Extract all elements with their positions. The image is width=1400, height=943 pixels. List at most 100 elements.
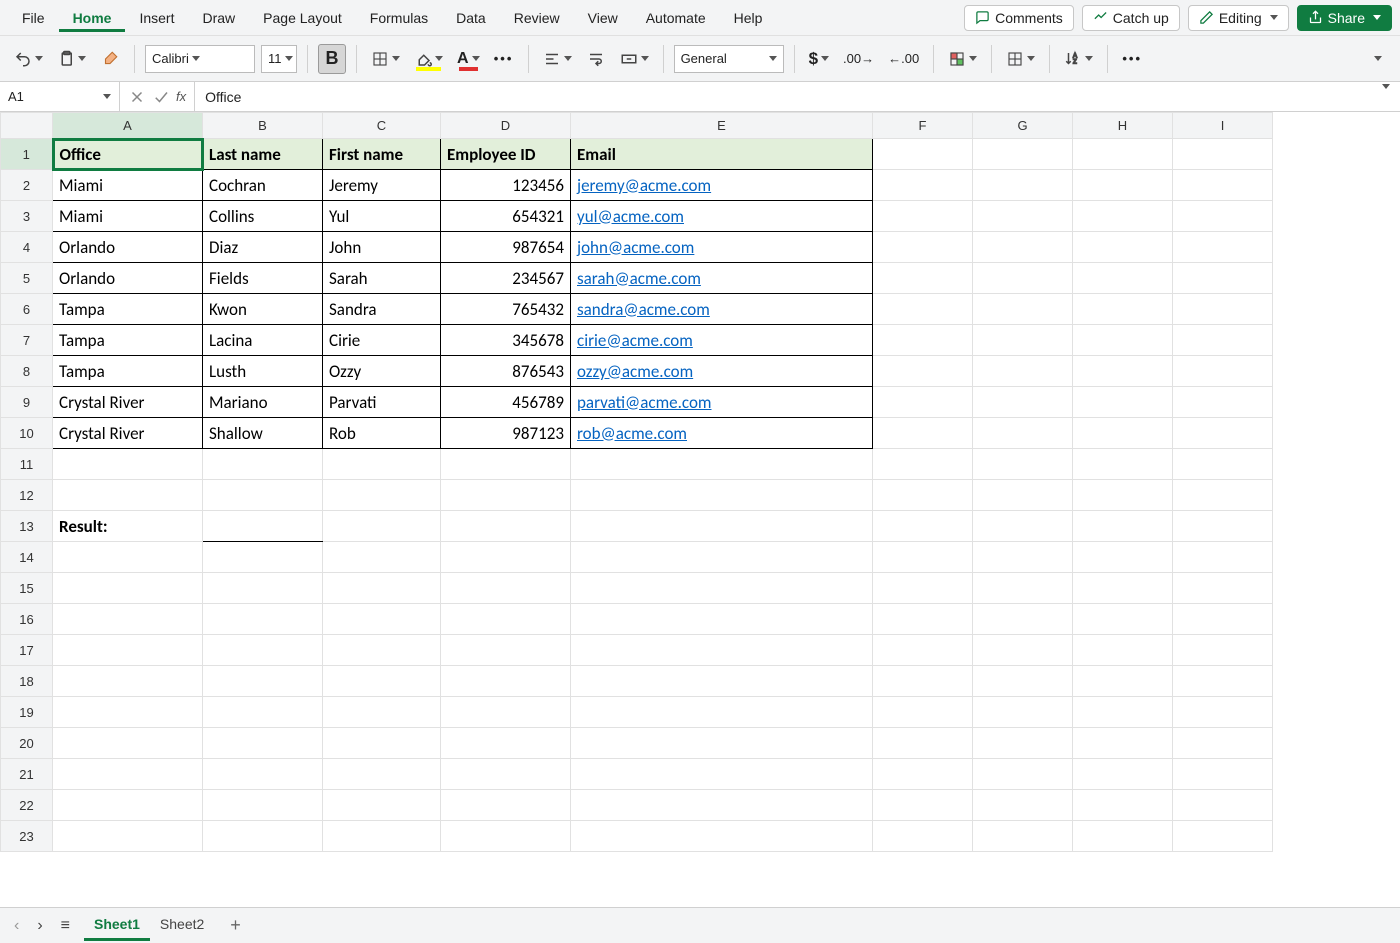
decrease-decimal-button[interactable]: ←.00: [884, 44, 923, 74]
cell-B1[interactable]: Last name: [203, 139, 323, 170]
cell-F18[interactable]: [873, 666, 973, 697]
cell-B21[interactable]: [203, 759, 323, 790]
menu-item-page-layout[interactable]: Page Layout: [249, 4, 356, 32]
cell-E1[interactable]: Email: [571, 139, 873, 170]
cell-F15[interactable]: [873, 573, 973, 604]
cell-F21[interactable]: [873, 759, 973, 790]
cell-F2[interactable]: [873, 170, 973, 201]
cell-H16[interactable]: [1073, 604, 1173, 635]
menu-item-data[interactable]: Data: [442, 4, 500, 32]
cell-C21[interactable]: [323, 759, 441, 790]
cell-E20[interactable]: [571, 728, 873, 759]
cell-G14[interactable]: [973, 542, 1073, 573]
cell-B15[interactable]: [203, 573, 323, 604]
row-header-18[interactable]: 18: [1, 666, 53, 697]
cell-B8[interactable]: Lusth: [203, 356, 323, 387]
row-header-4[interactable]: 4: [1, 232, 53, 263]
cell-I17[interactable]: [1173, 635, 1273, 666]
cell-G23[interactable]: [973, 821, 1073, 852]
cell-D11[interactable]: [441, 449, 571, 480]
cell-A4[interactable]: Orlando: [53, 232, 203, 263]
cell-H6[interactable]: [1073, 294, 1173, 325]
cell-F23[interactable]: [873, 821, 973, 852]
cell-B13[interactable]: [203, 511, 323, 542]
cell-E11[interactable]: [571, 449, 873, 480]
menu-item-automate[interactable]: Automate: [632, 4, 720, 32]
cell-E5[interactable]: sarah@acme.com: [571, 263, 873, 294]
cell-I11[interactable]: [1173, 449, 1273, 480]
row-header-7[interactable]: 7: [1, 325, 53, 356]
cell-D12[interactable]: [441, 480, 571, 511]
menu-item-view[interactable]: View: [574, 4, 632, 32]
cell-E12[interactable]: [571, 480, 873, 511]
cell-A8[interactable]: Tampa: [53, 356, 203, 387]
cell-G12[interactable]: [973, 480, 1073, 511]
sort-filter-button[interactable]: AZ: [1060, 44, 1097, 74]
cell-A21[interactable]: [53, 759, 203, 790]
menu-item-draw[interactable]: Draw: [188, 4, 249, 32]
cell-C20[interactable]: [323, 728, 441, 759]
cell-C8[interactable]: Ozzy: [323, 356, 441, 387]
cell-B5[interactable]: Fields: [203, 263, 323, 294]
column-header-G[interactable]: G: [973, 113, 1073, 139]
cell-B4[interactable]: Diaz: [203, 232, 323, 263]
cell-E14[interactable]: [571, 542, 873, 573]
cell-I4[interactable]: [1173, 232, 1273, 263]
cell-I15[interactable]: [1173, 573, 1273, 604]
cell-H11[interactable]: [1073, 449, 1173, 480]
cell-B9[interactable]: Mariano: [203, 387, 323, 418]
cell-G11[interactable]: [973, 449, 1073, 480]
cell-G19[interactable]: [973, 697, 1073, 728]
share-button[interactable]: Share: [1297, 5, 1392, 31]
cell-I6[interactable]: [1173, 294, 1273, 325]
cell-D15[interactable]: [441, 573, 571, 604]
cell-E2[interactable]: jeremy@acme.com: [571, 170, 873, 201]
cell-E7[interactable]: cirie@acme.com: [571, 325, 873, 356]
cell-B18[interactable]: [203, 666, 323, 697]
row-header-15[interactable]: 15: [1, 573, 53, 604]
bold-button[interactable]: B: [318, 44, 346, 74]
cell-E16[interactable]: [571, 604, 873, 635]
cell-A17[interactable]: [53, 635, 203, 666]
cell-H12[interactable]: [1073, 480, 1173, 511]
column-header-A[interactable]: A: [53, 113, 203, 139]
row-header-22[interactable]: 22: [1, 790, 53, 821]
cell-C19[interactable]: [323, 697, 441, 728]
collapse-ribbon-button[interactable]: [1362, 44, 1390, 74]
cell-C18[interactable]: [323, 666, 441, 697]
column-header-D[interactable]: D: [441, 113, 571, 139]
all-sheets-button[interactable]: ≡: [57, 917, 74, 935]
number-format-select[interactable]: General: [674, 45, 784, 73]
cell-G5[interactable]: [973, 263, 1073, 294]
cell-I22[interactable]: [1173, 790, 1273, 821]
cell-I7[interactable]: [1173, 325, 1273, 356]
cell-B2[interactable]: Cochran: [203, 170, 323, 201]
paste-button[interactable]: [53, 44, 90, 74]
cell-I2[interactable]: [1173, 170, 1273, 201]
cell-A10[interactable]: Crystal River: [53, 418, 203, 449]
cell-B6[interactable]: Kwon: [203, 294, 323, 325]
more-font-button[interactable]: •••: [490, 44, 518, 74]
cell-I1[interactable]: [1173, 139, 1273, 170]
insert-cells-button[interactable]: [1002, 44, 1039, 74]
cell-B3[interactable]: Collins: [203, 201, 323, 232]
cell-I18[interactable]: [1173, 666, 1273, 697]
cell-H20[interactable]: [1073, 728, 1173, 759]
cell-I13[interactable]: [1173, 511, 1273, 542]
cell-D14[interactable]: [441, 542, 571, 573]
row-header-20[interactable]: 20: [1, 728, 53, 759]
cell-D7[interactable]: 345678: [441, 325, 571, 356]
cell-I20[interactable]: [1173, 728, 1273, 759]
cell-B20[interactable]: [203, 728, 323, 759]
cell-I23[interactable]: [1173, 821, 1273, 852]
cell-D5[interactable]: 234567: [441, 263, 571, 294]
cell-H22[interactable]: [1073, 790, 1173, 821]
cell-F16[interactable]: [873, 604, 973, 635]
column-header-H[interactable]: H: [1073, 113, 1173, 139]
catchup-button[interactable]: Catch up: [1082, 5, 1180, 31]
cell-D23[interactable]: [441, 821, 571, 852]
increase-decimal-button[interactable]: .00→: [839, 44, 878, 74]
cell-H15[interactable]: [1073, 573, 1173, 604]
cell-C9[interactable]: Parvati: [323, 387, 441, 418]
cell-A14[interactable]: [53, 542, 203, 573]
